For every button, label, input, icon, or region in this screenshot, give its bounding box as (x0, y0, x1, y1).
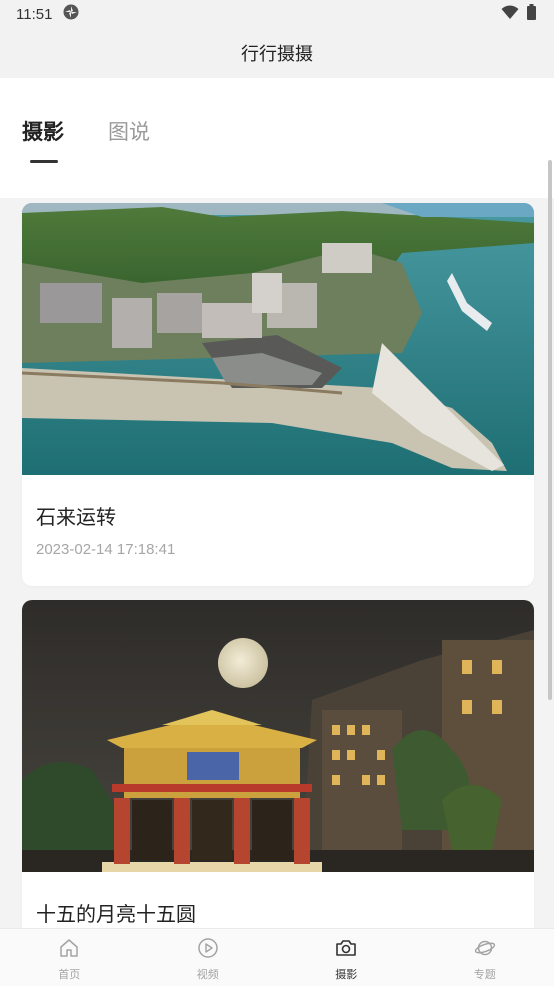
archway-illustration (107, 710, 317, 864)
post-date: 2023-02-14 17:18:41 (36, 541, 176, 558)
tabbar-item-topics[interactable]: 专题 (416, 929, 554, 986)
category-tabs-panel: 摄影 图说 (0, 78, 554, 198)
scrollbar[interactable] (548, 160, 552, 700)
active-tab-indicator (30, 160, 58, 163)
sync-icon (62, 3, 80, 25)
page-title: 行行摄摄 (241, 44, 313, 65)
battery-icon (527, 4, 536, 24)
post-card[interactable]: 石来运转 2023-02-14 17:18:41 (22, 203, 534, 586)
wifi-icon (501, 5, 519, 24)
tabbar-label: 专题 (473, 968, 496, 981)
post-card[interactable]: 十五的月亮十五圆 (22, 600, 534, 928)
tabbar-item-video[interactable]: 视频 (139, 929, 278, 986)
tabbar-item-home[interactable]: 首页 (0, 929, 139, 986)
app-header: 行行摄摄 (0, 28, 554, 78)
status-bar: 11:51 (0, 0, 554, 28)
tabbar-label: 首页 (58, 968, 81, 981)
play-icon (197, 937, 219, 963)
planet-icon (474, 937, 496, 963)
tab-picture-story[interactable]: 图说 (108, 116, 150, 146)
tabbar-label: 视频 (196, 968, 219, 981)
tabbar-label: 摄影 (335, 968, 358, 981)
post-title: 石来运转 (36, 505, 116, 529)
content-area[interactable]: 摄影 图说 石来运转 2023-02-14 17:18:41 十五的月亮十五圆 (0, 78, 554, 928)
home-icon (58, 937, 80, 963)
status-time: 11:51 (16, 5, 53, 23)
category-tabs: 摄影 图说 (22, 116, 150, 146)
camera-icon (335, 937, 357, 963)
post-image-moon-archway[interactable] (22, 600, 534, 872)
tab-photography[interactable]: 摄影 (22, 116, 64, 146)
tabbar-item-photography[interactable]: 摄影 (277, 929, 416, 986)
post-image-lakeside-town[interactable] (22, 203, 534, 475)
bottom-tab-bar: 首页 视频 摄影 专题 (0, 928, 554, 986)
post-title: 十五的月亮十五圆 (36, 902, 196, 926)
